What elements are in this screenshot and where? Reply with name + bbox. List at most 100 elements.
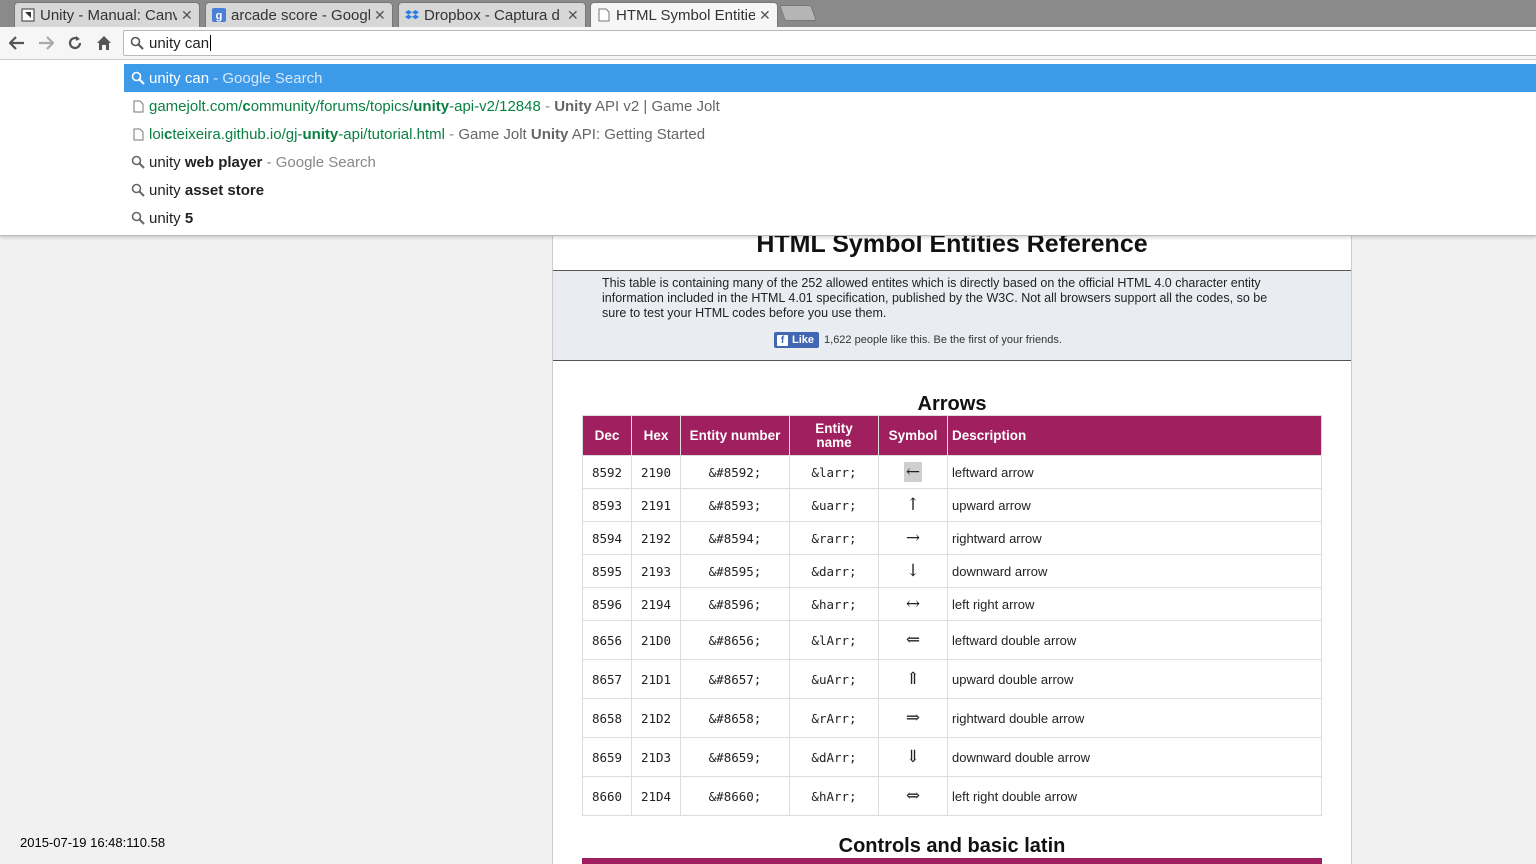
col-header: Entity name [789,415,879,456]
home-button[interactable] [93,32,115,54]
col-header: Hex [631,415,681,456]
unity-icon [21,8,35,22]
tab-close-icon[interactable]: ✕ [759,7,771,24]
dec-cell: 8656 [582,620,632,660]
table-row: 8594 2192 &#8594; &rarr; → rightward arrow [582,521,1322,555]
browser-toolbar: unity can [0,27,1536,60]
symbol-cell: ↓ [878,554,948,588]
hex-cell: 21D0 [631,620,681,660]
symbol-cell: → [878,521,948,555]
table-row: 8593 2191 &#8593; &uarr; ↑ upward arrow [582,488,1322,522]
suggestion-search-unity-can[interactable]: unity can - Google Search [124,64,1536,92]
section-heading-controls: Controls and basic latin [838,835,1066,857]
description-cell: downward arrow [947,554,1322,588]
suggestion-search-web-player[interactable]: unity web player - Google Search [124,148,1536,176]
search-icon [129,210,147,226]
tab-dropbox[interactable]: Dropbox - Captura d ✕ [398,2,586,27]
description-cell: left right arrow [947,587,1322,621]
description-cell: leftward arrow [947,455,1322,489]
col-header: Dec [582,415,632,456]
hex-cell: 2192 [631,521,681,555]
facebook-like-widget: f Like 1,622 people like this. Be the fir… [774,332,1062,348]
forward-button[interactable] [35,32,57,54]
new-tab-button[interactable] [779,5,817,21]
symbol-cell: ⇓ [878,737,948,777]
hex-cell: 2193 [631,554,681,588]
table-row: 8596 2194 &#8596; &harr; ↔ left right arrow [582,587,1322,621]
tab-title: Unity - Manual: Canv [40,6,177,24]
suggestion-search-unity-5[interactable]: unity 5 [124,204,1536,232]
suggestion-title: Game Jolt Unity API: Getting Started [458,125,706,143]
dec-cell: 8594 [582,521,632,555]
col-header: Entity number [680,415,790,456]
symbol-cell: ⇔ [878,776,948,816]
suggestion-dash: - [540,97,555,115]
table-row: 8660 21D4 &#8660; &hArr; ⇔ left right double … [582,776,1322,816]
hex-cell: 21D3 [631,737,681,777]
description-cell: upward double arrow [947,659,1322,699]
facebook-like-button[interactable]: f Like [774,332,820,348]
tab-arcade-score[interactable]: g arcade score - Googl ✕ [205,2,393,27]
hex-cell: 21D2 [631,698,681,738]
intro-text: This table is containing many of the 252… [602,276,1268,320]
tab-title: HTML Symbol Entitie [616,6,755,24]
text-caret [210,35,212,51]
entity-name-cell: &larr; [789,455,879,489]
suggestion-dash: - [445,125,459,143]
facebook-icon: f [777,334,788,346]
dec-cell: 8658 [582,698,632,738]
entity-name-cell: &lArr; [789,620,879,660]
col-header: Symbol [878,415,948,456]
address-bar[interactable]: unity can [123,30,1536,56]
entity-number-cell: &#8592; [680,455,790,489]
back-button[interactable] [6,32,28,54]
table-row: 8659 21D3 &#8659; &dArr; ⇓ downward double ar… [582,737,1322,777]
section-heading-arrows: Arrows [917,393,987,415]
hex-cell: 21D1 [631,659,681,699]
entity-name-cell: &rArr; [789,698,879,738]
table-row: 8656 21D0 &#8656; &lArr; ⇐ leftward double ar… [582,620,1322,660]
search-icon [129,154,147,170]
intro-box: This table is containing many of the 252… [553,271,1351,361]
entity-name-cell: &dArr; [789,737,879,777]
table-row: 8595 2193 &#8595; &darr; ↓ downward arrow [582,554,1322,588]
table-header-row: Dec Hex Entity number Entity name Symbol… [582,415,1322,456]
arrows-table: Dec Hex Entity number Entity name Symbol… [582,415,1322,816]
suggestion-history-loicteixeira[interactable]: loicteixeira.github.io/gj-unity-api/tuto… [124,120,1536,148]
dec-cell: 8657 [582,659,632,699]
search-icon [129,182,147,198]
col-header: Description [947,415,1322,456]
back-arrow-icon [9,36,24,50]
reload-button[interactable] [64,32,86,54]
address-bar-text[interactable]: unity can [149,35,212,52]
document-icon [597,8,611,22]
description-cell: rightward arrow [947,521,1322,555]
hex-cell: 2191 [631,488,681,522]
suggestion-text: unity can [149,69,210,87]
tab-close-icon[interactable]: ✕ [374,7,386,24]
suggestion-text: unity web player [149,153,263,171]
home-icon [97,36,111,50]
google-icon: g [212,8,226,22]
suggestion-search-asset-store[interactable]: unity asset store [124,176,1536,204]
search-icon [130,36,144,50]
tab-close-icon[interactable]: ✕ [567,7,579,24]
dec-cell: 8595 [582,554,632,588]
tab-unity-manual[interactable]: Unity - Manual: Canv ✕ [14,2,200,27]
suggestion-suffix: - Google Search [262,153,376,171]
entity-name-cell: &hArr; [789,776,879,816]
description-cell: rightward double arrow [947,698,1322,738]
suggestion-title: Unity API v2 | Game Jolt [554,97,720,115]
tab-html-symbol-entities[interactable]: HTML Symbol Entitie ✕ [590,2,778,27]
tab-close-icon[interactable]: ✕ [181,7,193,24]
dropbox-icon [405,8,419,22]
symbol-highlight: ← [903,462,923,482]
forward-arrow-icon [39,36,54,50]
suggestion-url: gamejolt.com/community/forums/topics/uni… [149,97,541,115]
omnibox-suggestions: unity can - Google Search gamejolt.com/c… [0,60,1536,236]
entity-name-cell: &uArr; [789,659,879,699]
entity-name-cell: &rarr; [789,521,879,555]
suggestion-history-gamejolt[interactable]: gamejolt.com/community/forums/topics/uni… [124,92,1536,120]
dec-cell: 8593 [582,488,632,522]
tab-title: Dropbox - Captura d [424,6,560,24]
